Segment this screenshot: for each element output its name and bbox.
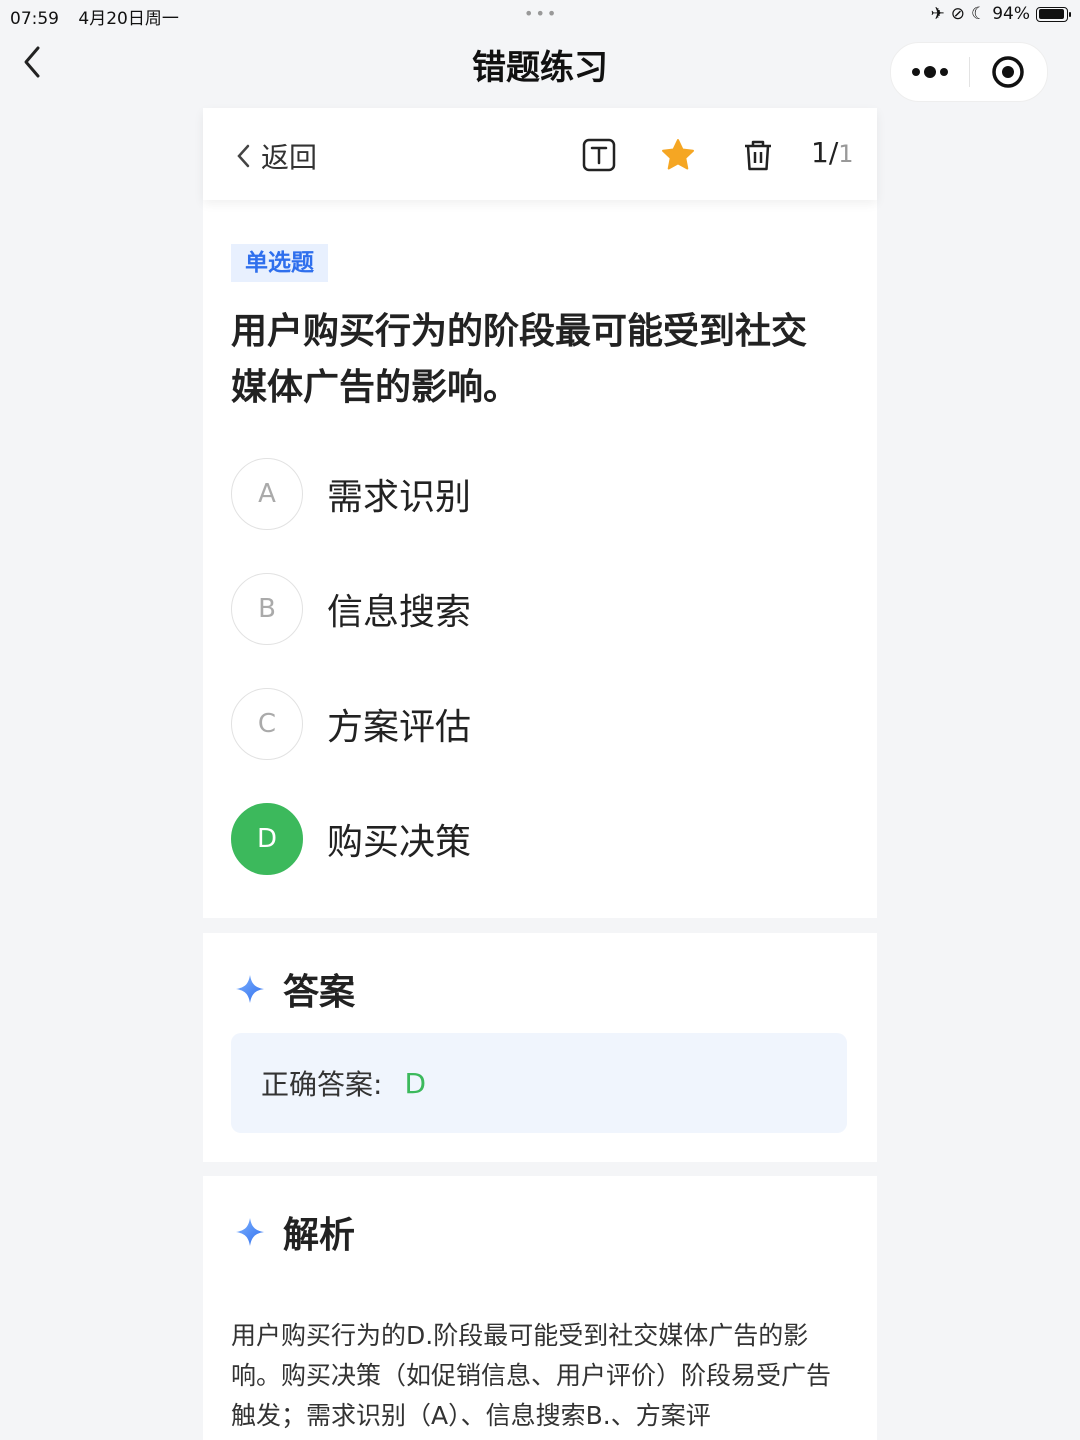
question-type-badge: 单选题 — [231, 244, 328, 282]
analysis-card: 解析 用户购买行为的D.阶段最可能受到社交媒体广告的影响。购买决策（如促销信息、… — [203, 1176, 877, 1440]
analysis-section-title: 解析 — [235, 1206, 355, 1258]
option-letter: B — [231, 573, 303, 645]
sparkle-icon — [236, 975, 264, 1003]
multitask-dots-icon[interactable]: ••• — [524, 4, 558, 23]
nav-bar: 错题练习 — [0, 30, 1080, 108]
text-icon[interactable] — [582, 138, 616, 172]
option-a[interactable]: A 需求识别 — [231, 458, 471, 530]
option-label: 方案评估 — [327, 707, 472, 748]
answer-card: 答案 正确答案: D — [203, 933, 877, 1162]
correct-answer-box: 正确答案: D — [231, 1033, 847, 1133]
back-button[interactable]: 返回 — [233, 136, 317, 176]
battery-icon — [1036, 6, 1071, 22]
status-bar: 07:59 4月20日周一 ••• ✈ ⊘ ☾ 94% — [0, 0, 1080, 30]
analysis-title: 解析 — [283, 1215, 356, 1256]
counter-total: 1 — [838, 140, 854, 168]
moon-icon: ☾ — [970, 4, 987, 24]
chevron-left-small-icon — [237, 144, 250, 168]
counter-current: 1/ — [811, 136, 839, 169]
option-label: 需求识别 — [327, 477, 472, 518]
option-label: 购买决策 — [327, 822, 472, 863]
question-counter: 1/1 — [811, 136, 854, 169]
mini-program-capsule — [890, 42, 1048, 102]
option-letter: C — [231, 688, 303, 760]
link-icon: ⊘ — [950, 4, 965, 24]
status-date: 4月20日周一 — [78, 9, 179, 29]
option-c[interactable]: C 方案评估 — [231, 688, 471, 760]
correct-answer-value: D — [404, 1066, 426, 1100]
option-letter: A — [231, 458, 303, 530]
status-left: 07:59 4月20日周一 — [10, 4, 193, 29]
trash-icon[interactable] — [741, 138, 775, 172]
option-label: 信息搜索 — [327, 592, 472, 633]
back-label: 返回 — [261, 141, 318, 174]
status-right: ✈ ⊘ ☾ 94% — [930, 4, 1071, 24]
option-b[interactable]: B 信息搜索 — [231, 573, 471, 645]
battery-percent: 94% — [992, 4, 1030, 24]
more-dots-icon[interactable] — [891, 43, 969, 101]
option-letter-correct: D — [231, 803, 303, 875]
battery-fill — [1038, 9, 1064, 19]
airplane-icon: ✈ — [930, 4, 945, 24]
analysis-text: 用户购买行为的D.阶段最可能受到社交媒体广告的影响。购买决策（如促销信息、用户评… — [231, 1321, 832, 1430]
status-time: 07:59 — [10, 9, 59, 29]
record-circle-icon[interactable] — [970, 43, 1048, 101]
answer-title: 答案 — [283, 972, 356, 1013]
option-d[interactable]: D 购买决策 — [231, 803, 471, 875]
correct-answer-label: 正确答案: — [261, 1068, 383, 1101]
star-icon[interactable] — [661, 138, 695, 172]
sparkle-icon — [236, 1218, 264, 1246]
question-text: 用户购买行为的阶段最可能受到社交媒体广告的影响。 — [231, 311, 808, 408]
question-toolbar: 返回 1/1 — [203, 108, 877, 200]
question-card: 单选题 用户购买行为的阶段最可能受到社交媒体广告的影响。 A 需求识别 B 信息… — [203, 200, 877, 918]
answer-section-title: 答案 — [235, 963, 355, 1015]
